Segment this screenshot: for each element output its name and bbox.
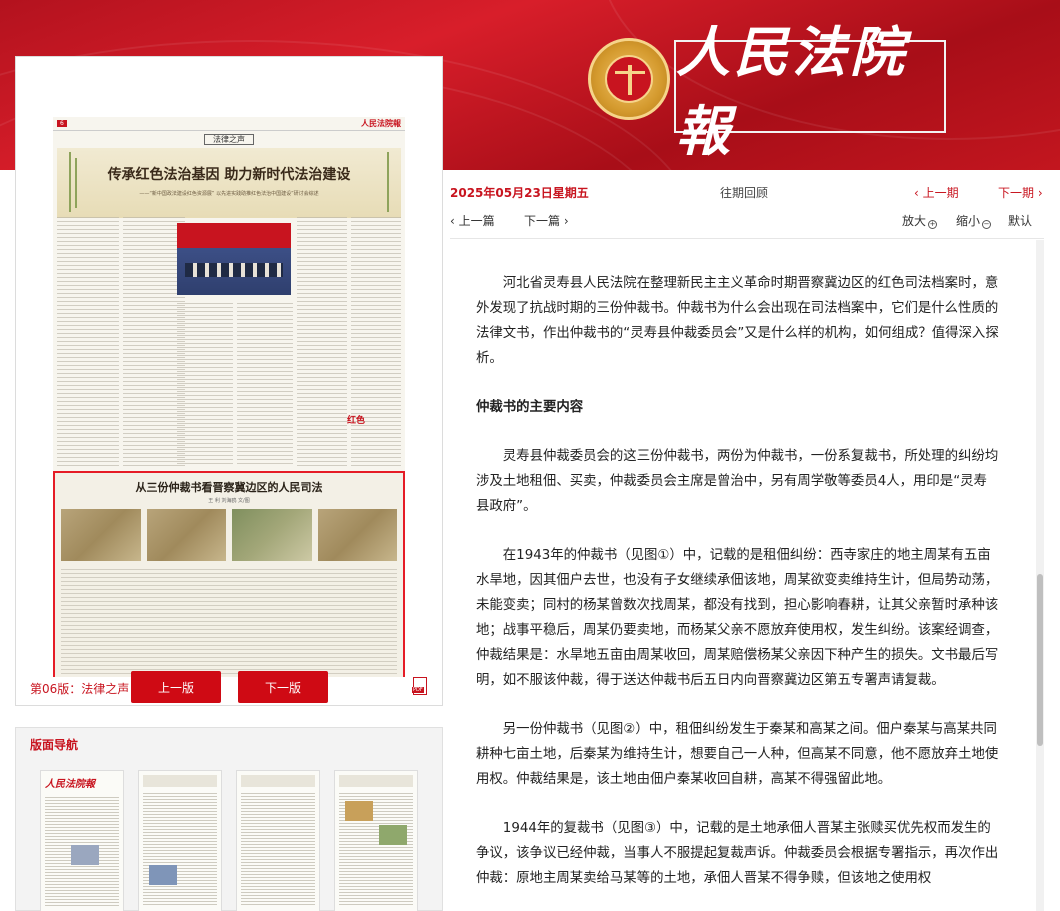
prev-article-link[interactable]: ‹ 上一篇: [450, 212, 495, 229]
court-emblem-icon: [588, 38, 670, 120]
article-paragraph: 河北省灵寿县人民法院在整理新民主主义革命时期晋察冀边区的红色司法档案时，意外发现…: [476, 276, 999, 366]
pdf-download-icon[interactable]: [412, 677, 427, 695]
page-thumbnail[interactable]: [334, 770, 418, 911]
document-photo: [232, 509, 312, 561]
page-thumbnail[interactable]: 人民法院報: [40, 770, 124, 911]
next-article-link[interactable]: 下一篇 ›: [524, 212, 569, 229]
document-photo: [146, 509, 226, 561]
layout-nav-title: 版面导航: [30, 738, 79, 752]
prev-issue-link[interactable]: ‹ 上一期: [914, 184, 959, 201]
document-photo: [317, 509, 397, 561]
box-article-author: 王 利 刘海鸥 文/图: [208, 498, 250, 504]
issue-date-bar: 2025年05月23日星期五 往期回顾 ‹ 上一期 下一期 ›: [450, 184, 1044, 202]
article-subheading: 仲裁书的主要内容: [476, 400, 584, 415]
edition-bar: 第06版：法律之声 上一版 下一版: [16, 669, 442, 705]
prev-edition-button[interactable]: 上一版: [131, 671, 221, 703]
newspaper-subhead: ——“新中国政法建设红色资源展” 以先进实践助推红色法治中国建设”研讨会综述: [139, 191, 319, 197]
layout-navigation: 版面导航 人民法院報: [15, 727, 443, 911]
box-text-columns: [61, 569, 397, 675]
highlighted-article-box[interactable]: 从三份仲裁书看晋察冀边区的人民司法 王 利 刘海鸥 文/图: [53, 471, 405, 677]
article-body: 河北省灵寿县人民法院在整理新民主主义革命时期晋察冀边区的红色司法档案时，意外发现…: [476, 271, 1000, 911]
page-image-panel: 6 人民法院報 法律之声 传承红色法治基因 助力新时代法治建设 ——“新中国政法…: [15, 56, 443, 706]
next-edition-button[interactable]: 下一版: [238, 671, 328, 703]
newspaper-top-bar: 6 人民法院報: [53, 117, 405, 131]
zoom-in-button[interactable]: 放大 +: [902, 212, 938, 229]
newspaper-page-image[interactable]: 6 人民法院報 法律之声 传承红色法治基因 助力新时代法治建设 ——“新中国政法…: [53, 117, 405, 677]
page-thumbnail[interactable]: [236, 770, 320, 911]
scrollbar[interactable]: [1036, 240, 1044, 911]
box-article-title: 从三份仲裁书看晋察冀边区的人民司法: [135, 481, 323, 494]
article-paragraph: 灵寿县仲裁委员会的这三份仲裁书，两份为仲裁书，一份系复裁书，所处理的纠纷均涉及土…: [476, 449, 999, 514]
article-paragraph: 1944年的复裁书（见图③）中，记载的是土地承佃人晋某主张赎买优先权而发生的争议…: [476, 821, 999, 886]
document-photo: [61, 509, 141, 561]
newspaper-page-number: 6: [57, 120, 67, 127]
logo-text: 人民法院報: [676, 19, 908, 163]
divider: [450, 238, 1044, 239]
red-stamp: 红色: [347, 416, 366, 426]
newspaper-section: 法律之声: [53, 134, 405, 145]
edition-label: 第06版：法律之声: [30, 682, 130, 696]
conference-photo: [177, 223, 291, 295]
next-issue-link[interactable]: 下一期 ›: [998, 184, 1043, 201]
newspaper-hero[interactable]: 传承红色法治基因 助力新时代法治建设 ——“新中国政法建设红色资源展” 以先进实…: [57, 148, 401, 218]
newspaper-headline: 传承红色法治基因 助力新时代法治建设: [107, 167, 351, 183]
article-paragraph: 在1943年的仲裁书（见图①）中，记载的是租佃纠纷：西寺家庄的地主周某有五亩水旱…: [476, 548, 999, 688]
article-toolbar: ‹ 上一篇 下一篇 › 放大 + 缩小 − 默认: [450, 212, 1044, 230]
issue-date: 2025年05月23日星期五: [450, 186, 589, 200]
zoom-out-icon: −: [982, 220, 992, 229]
zoom-in-icon: +: [928, 220, 938, 229]
site-logo[interactable]: 人民法院報: [674, 20, 946, 163]
past-issues-link[interactable]: 往期回顾: [720, 184, 768, 201]
zoom-out-button[interactable]: 缩小 −: [956, 212, 992, 229]
scrollbar-thumb[interactable]: [1037, 574, 1043, 746]
arbitration-document-photos: [61, 509, 397, 561]
thumbnail-brand: 人民法院報: [45, 779, 95, 790]
layout-thumbnails: 人民法院報: [40, 770, 420, 911]
default-size-button[interactable]: 默认: [1008, 212, 1032, 229]
page-thumbnail[interactable]: [138, 770, 222, 911]
newspaper-text-columns: 红色: [57, 217, 401, 467]
article-paragraph: 另一份仲裁书（见图②）中，租佃纠纷发生于秦某和高某之间。佃户秦某与高某共同耕种七…: [476, 722, 999, 787]
newspaper-brand: 人民法院報: [361, 119, 401, 128]
